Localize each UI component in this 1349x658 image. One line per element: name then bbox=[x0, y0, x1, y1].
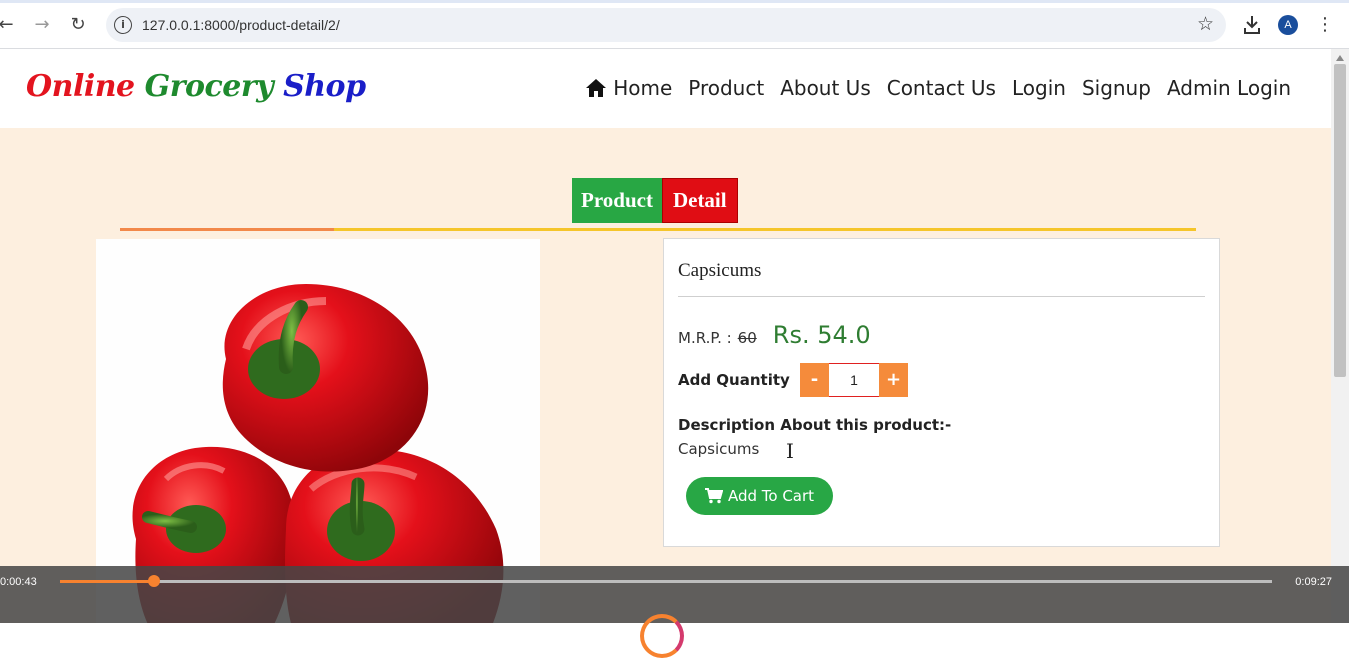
nav-admin-login[interactable]: Admin Login bbox=[1167, 76, 1291, 100]
tab-strip-edge bbox=[0, 0, 1349, 3]
brand-word-online: Online bbox=[26, 69, 135, 104]
bookmark-star-icon[interactable]: ☆ bbox=[1197, 13, 1214, 35]
scroll-up-arrow-icon[interactable] bbox=[1336, 55, 1344, 61]
page-viewport: Online Grocery Shop Home Product About U… bbox=[0, 49, 1331, 623]
price-row: M.R.P. : 60 Rs. 54.0 bbox=[678, 321, 871, 349]
url-text[interactable]: 127.0.0.1:8000/product-detail/2/ bbox=[142, 17, 340, 33]
cart-icon bbox=[704, 488, 723, 504]
text-cursor-icon: I bbox=[786, 439, 794, 463]
nav-signup[interactable]: Signup bbox=[1082, 76, 1151, 100]
heading-product: Product bbox=[572, 178, 662, 223]
product-name: Capsicums bbox=[678, 260, 762, 281]
add-to-cart-button[interactable]: Add To Cart bbox=[686, 477, 833, 515]
heading-underline-accent bbox=[120, 228, 334, 231]
mrp-value: 60 bbox=[737, 329, 757, 347]
main-nav: Home Product About Us Contact Us Login S… bbox=[585, 76, 1291, 100]
total-time: 0:09:27 bbox=[1295, 576, 1332, 588]
quantity-label: Add Quantity bbox=[678, 371, 790, 389]
seek-progress bbox=[60, 580, 155, 583]
browser-toolbar: ← → ↻ i 127.0.0.1:8000/product-detail/2/… bbox=[0, 0, 1349, 49]
forward-icon[interactable]: → bbox=[30, 13, 54, 37]
mrp-label: M.R.P. : bbox=[678, 329, 732, 347]
profile-avatar[interactable]: A bbox=[1278, 15, 1298, 35]
brand-word-grocery: Grocery bbox=[144, 69, 274, 104]
menu-kebab-icon[interactable]: ⋮ bbox=[1316, 12, 1334, 38]
current-time: 0:00:43 bbox=[0, 576, 37, 588]
nav-home[interactable]: Home bbox=[585, 76, 672, 100]
product-detail-card: Capsicums M.R.P. : 60 Rs. 54.0 Add Quant… bbox=[663, 238, 1220, 547]
add-to-cart-label: Add To Cart bbox=[727, 487, 815, 505]
nav-product[interactable]: Product bbox=[688, 76, 764, 100]
address-bar[interactable]: i 127.0.0.1:8000/product-detail/2/ ☆ bbox=[106, 8, 1226, 42]
sale-price: Rs. 54.0 bbox=[772, 321, 871, 349]
brand-logo[interactable]: Online Grocery Shop bbox=[26, 69, 366, 104]
quantity-row: Add Quantity - + bbox=[678, 363, 908, 397]
quantity-input[interactable] bbox=[829, 363, 879, 397]
description-text: Capsicums bbox=[678, 440, 760, 458]
nav-about-us[interactable]: About Us bbox=[780, 76, 871, 100]
site-info-icon[interactable]: i bbox=[114, 16, 132, 34]
video-player-controls: 0:00:43 0:09:27 bbox=[0, 566, 1349, 658]
page-scrollbar[interactable] bbox=[1331, 49, 1349, 623]
seek-bar[interactable] bbox=[60, 575, 1272, 587]
scrollbar-thumb[interactable] bbox=[1334, 64, 1346, 377]
nav-home-label[interactable]: Home bbox=[613, 76, 672, 100]
nav-login[interactable]: Login bbox=[1012, 76, 1066, 100]
reload-icon[interactable]: ↻ bbox=[66, 13, 90, 37]
description-title: Description About this product:- bbox=[678, 416, 952, 434]
loading-spinner-icon bbox=[640, 614, 684, 658]
quantity-increment-button[interactable]: + bbox=[879, 363, 908, 397]
quantity-decrement-button[interactable]: - bbox=[800, 363, 829, 397]
heading-underline bbox=[120, 228, 1196, 231]
section-heading: Product Detail bbox=[572, 178, 738, 223]
heading-detail: Detail bbox=[661, 178, 738, 223]
brand-word-shop: Shop bbox=[283, 69, 366, 104]
site-header: Online Grocery Shop Home Product About U… bbox=[0, 49, 1331, 128]
seek-handle[interactable] bbox=[148, 575, 161, 587]
card-divider bbox=[678, 296, 1205, 297]
home-icon bbox=[586, 79, 607, 97]
back-icon[interactable]: ← bbox=[0, 13, 18, 37]
nav-contact-us[interactable]: Contact Us bbox=[887, 76, 996, 100]
download-icon[interactable] bbox=[1241, 13, 1263, 37]
